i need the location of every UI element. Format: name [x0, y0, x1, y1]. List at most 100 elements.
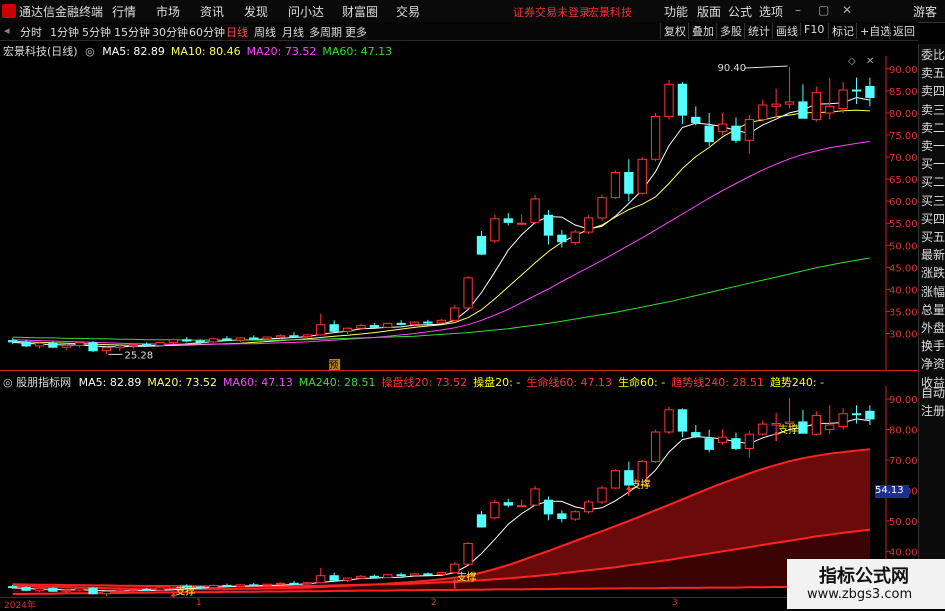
- menu-item-formula[interactable]: 公式: [728, 3, 752, 20]
- tool-mark[interactable]: 标记: [828, 23, 857, 39]
- period-1min[interactable]: 1分钟: [50, 24, 79, 40]
- menu-item-trade[interactable]: 交易: [396, 3, 420, 20]
- candle-body: [289, 582, 299, 585]
- tool-adjust[interactable]: 复权: [660, 23, 689, 39]
- tool-f10[interactable]: F10: [800, 23, 827, 36]
- candle-body: [222, 338, 232, 341]
- period-intraday[interactable]: 分时: [20, 24, 42, 40]
- scroll-left-icon[interactable]: ◂: [4, 24, 10, 37]
- period-monthly[interactable]: 月线: [282, 24, 304, 40]
- candle-body: [329, 575, 339, 581]
- candle-body: [825, 424, 835, 431]
- candle-body: [208, 584, 219, 589]
- menu-item-discover[interactable]: 发现: [244, 3, 268, 20]
- sidebar-item-17[interactable]: 净资: [921, 355, 945, 372]
- period-more[interactable]: 更多: [345, 24, 367, 40]
- menu-bar: 通达信金融终端 行情 市场 资讯 发现 问小达 财富圈 交易 证券交易未登录 宏…: [0, 0, 945, 23]
- sidebar-mode-0[interactable]: 自动: [921, 384, 945, 401]
- menu-item-layout[interactable]: 版面: [697, 3, 721, 20]
- candle-body: [758, 104, 768, 121]
- candle-body: [704, 438, 714, 450]
- maximize-icon[interactable]: ▢: [818, 3, 829, 17]
- sidebar-item-4[interactable]: 卖二: [921, 119, 945, 136]
- candle-body: [383, 574, 393, 579]
- tool-overlay[interactable]: 叠加: [688, 23, 717, 39]
- stock-brand: 宏景科技: [588, 6, 632, 19]
- period-multi[interactable]: 多周期: [309, 24, 342, 40]
- tool-back[interactable]: 返回: [889, 23, 918, 39]
- candle-body: [21, 341, 31, 347]
- candle-body: [249, 337, 259, 340]
- candle-body: [490, 502, 500, 519]
- sidebar-mode-1[interactable]: 注册: [921, 402, 945, 419]
- candle-body: [731, 438, 741, 449]
- y-tick-label: 70.00: [889, 456, 918, 467]
- menu-item-options[interactable]: 选项: [759, 3, 783, 20]
- y-tick-label: 60.00: [889, 197, 918, 208]
- tool-multi-stock[interactable]: 多股: [716, 23, 745, 39]
- period-daily[interactable]: 日线: [226, 24, 248, 40]
- candle-body: [811, 92, 821, 121]
- candle-body: [570, 231, 580, 244]
- menu-item-wealth[interactable]: 财富圈: [342, 3, 378, 20]
- menu-item-ask[interactable]: 问小达: [288, 3, 324, 20]
- menu-item-news[interactable]: 资讯: [200, 3, 224, 20]
- candle-body: [275, 335, 286, 338]
- candle-body: [75, 342, 85, 346]
- candle-body: [195, 340, 205, 343]
- candle-body: [423, 573, 433, 576]
- login-warning[interactable]: 证券交易未登录: [513, 4, 590, 20]
- y-tick-label: 75.00: [889, 131, 918, 142]
- y-tick-label: 80.00: [889, 109, 918, 120]
- sidebar-item-5[interactable]: 卖一: [921, 137, 945, 154]
- period-15min[interactable]: 15分钟: [114, 24, 150, 40]
- tool-draw[interactable]: 画线: [772, 23, 801, 39]
- menu-item-market[interactable]: 行情: [112, 3, 136, 20]
- sidebar-item-10[interactable]: 买五: [921, 228, 945, 245]
- sidebar-item-12[interactable]: 涨跌: [921, 264, 945, 281]
- sidebar-item-15[interactable]: 外盘: [921, 319, 945, 336]
- sidebar-item-0[interactable]: 委比: [921, 46, 945, 63]
- candle-body: [396, 322, 406, 325]
- tool-stats[interactable]: 统计: [744, 23, 773, 39]
- candle-body: [302, 334, 313, 338]
- sidebar-item-2[interactable]: 卖四: [921, 82, 945, 99]
- main-candlestick-chart[interactable]: 90.00 85.00 80.00 75.00 70.00 65.00 60.00 55.00…: [0, 56, 918, 370]
- close-icon[interactable]: ✕: [842, 3, 852, 17]
- period-60min[interactable]: 60分钟: [189, 24, 225, 40]
- period-weekly[interactable]: 周线: [254, 24, 276, 40]
- candle-body: [543, 499, 554, 515]
- candle-body: [758, 423, 768, 435]
- sidebar-item-16[interactable]: 换手: [921, 337, 945, 354]
- candle-body: [851, 413, 862, 416]
- candle-body: [798, 421, 808, 434]
- candle-body: [691, 116, 701, 124]
- candle-body: [356, 575, 366, 579]
- indicator-chart[interactable]: 90.0080.0070.0060.0050.0040.00支撑支撑支撑支撑: [0, 386, 918, 597]
- period-30min[interactable]: 30分钟: [152, 24, 188, 40]
- candle-body: [396, 574, 406, 577]
- sidebar-item-3[interactable]: 卖三: [921, 101, 945, 118]
- sidebar-item-7[interactable]: 买二: [921, 173, 945, 190]
- candle-body: [88, 342, 98, 352]
- sidebar-item-9[interactable]: 买四: [921, 210, 945, 227]
- candle-body: [476, 235, 487, 255]
- sidebar-item-13[interactable]: 涨幅: [921, 283, 945, 300]
- menu-item-markets[interactable]: 市场: [156, 3, 180, 20]
- menu-item-function[interactable]: 功能: [664, 3, 688, 20]
- candle-body: [811, 415, 821, 435]
- minimize-icon[interactable]: –: [795, 3, 801, 17]
- guest-account[interactable]: 游客: [913, 3, 937, 20]
- candle-body: [597, 487, 607, 503]
- sidebar-item-11[interactable]: 最新: [921, 246, 945, 263]
- sidebar-item-6[interactable]: 买一: [921, 155, 945, 172]
- candle-body: [48, 342, 58, 348]
- candle-body: [583, 217, 594, 233]
- support-label: 支撑: [778, 423, 798, 436]
- sidebar-item-14[interactable]: 总量: [921, 301, 945, 318]
- y-tick-label: 30.00: [889, 330, 918, 341]
- sidebar-item-8[interactable]: 买三: [921, 192, 945, 209]
- period-5min[interactable]: 5分钟: [82, 24, 111, 40]
- sidebar-item-1[interactable]: 卖五: [921, 64, 945, 81]
- candle-body: [436, 572, 446, 575]
